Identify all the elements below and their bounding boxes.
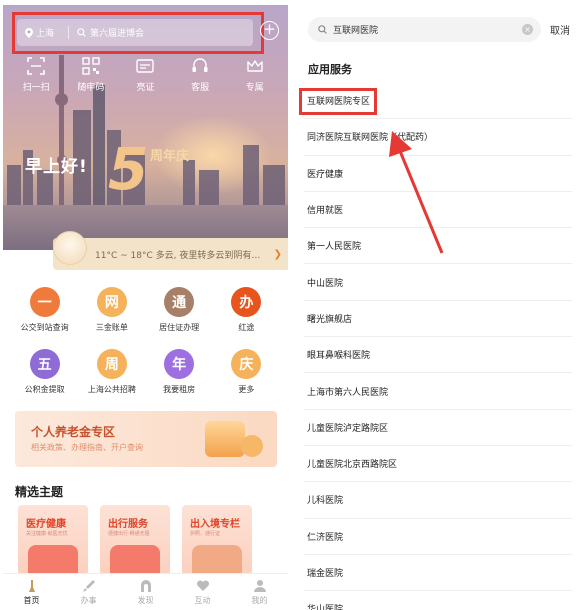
globe-illustration [192,545,242,573]
quick-action-label: 客服 [191,83,210,93]
pension-title: 个人养老金专区 [31,425,116,439]
tab-discover[interactable]: 发现 [121,574,171,610]
tab-label: 互动 [194,595,211,605]
topic-title: 出入境专栏 [190,519,240,530]
tab-me[interactable]: 我的 [235,574,285,610]
quick-actions: 扫一扫 随申码 亮证 客服 专属 [3,57,288,93]
anniversary-number: 5 [108,135,149,203]
greeting: 早上好! [25,157,88,177]
service-more[interactable]: 庆 更多 [215,349,277,395]
location-pin-icon [25,27,33,38]
pension-subtitle: 相关政策、办理指南、开户查询 [31,443,143,452]
service-grid: 一 公交到站查询 网 三金账单 通 居住证办理 办 红途 五 公积金提取 周 上… [3,287,288,411]
arch-icon [140,579,151,592]
service-icon: 庆 [231,349,262,379]
search-results-screen: 互联网医院 × 取消 应用服务 互联网医院专区 同济医院互联网医院（代配药） 医… [296,5,581,610]
tab-label: 首页 [23,595,40,605]
gift-box-icon [205,421,245,457]
service-label: 居住证办理 [159,323,200,332]
location-label: 上海 [36,29,55,39]
service-housing-fund[interactable]: 五 公积金提取 [14,349,76,395]
tab-services[interactable]: 办事 [64,574,114,610]
topic-subtitle: 关注健康·就医无忧 [26,531,68,537]
service-label: 我要租房 [163,385,196,394]
anniversary-text: 周年庆 [150,149,190,164]
service-icon: 一 [29,287,60,317]
id-card-icon [136,59,155,73]
quick-action-label: 亮证 [136,83,155,93]
service-label: 三金账单 [95,323,128,332]
topic-card-health[interactable]: 医疗健康 关注健康·就医无忧 [18,505,88,575]
service-rent[interactable]: 年 我要租房 [148,349,210,395]
tab-label: 我的 [251,595,268,605]
qr-code-icon [82,57,100,75]
topic-title: 出行服务 [108,519,148,530]
weather-bar[interactable]: 11°C ~ 18°C 多云, 夜里转多云到阴有… ❯ [53,238,288,270]
featured-topics: 医疗健康 关注健康·就医无忧 出行服务 便捷出行·畅通无阻 出入境专栏 护照、通… [18,505,252,575]
add-button[interactable]: + [260,21,279,40]
service-label: 更多 [238,385,255,394]
pension-banner[interactable]: 个人养老金专区 相关政策、办理指南、开户查询 [15,411,277,467]
anniversary-logo: 5 周年庆 [108,140,189,198]
scan-icon [27,57,46,75]
tab-home[interactable]: 首页 [7,574,57,610]
search-icon [77,28,86,37]
tab-label: 办事 [80,595,97,605]
featured-topics-title: 精选主题 [15,485,64,499]
service-icon: 网 [96,287,127,317]
service-recruitment[interactable]: 周 上海公共招聘 [81,349,143,395]
chevron-right-icon: ❯ [273,248,282,260]
tab-interact[interactable]: 互动 [178,574,228,610]
bottom-tab-bar: 首页 办事 发现 互动 我的 [3,573,288,610]
heart-icon [196,579,209,591]
mascot-icon [53,231,87,265]
search-input[interactable]: 第六届进博会 [69,26,144,39]
service-label: 公积金提取 [24,385,65,394]
quick-action-exclusive[interactable]: 专属 [231,57,279,93]
brush-icon [82,579,95,592]
service-label: 公交到站查询 [20,323,69,332]
service-residence-permit[interactable]: 通 居住证办理 [148,287,210,333]
quick-action-health-code[interactable]: 随申码 [67,57,115,93]
service-icon: 通 [164,287,195,317]
tab-label: 发现 [137,595,154,605]
quick-action-service[interactable]: 客服 [176,57,224,93]
coin-icon [241,435,263,457]
hero-banner: 上海 第六届进博会 + 扫一扫 随申码 亮证 客服 专属 早上好! 5 周年庆 [3,5,288,250]
service-bus-query[interactable]: 一 公交到站查询 [14,287,76,333]
location-selector[interactable]: 上海 [17,26,69,39]
service-icon: 办 [231,287,262,317]
home-screen: 上海 第六届进博会 + 扫一扫 随申码 亮证 客服 专属 早上好! 5 周年庆 … [3,5,288,610]
quick-action-label: 随申码 [77,83,105,93]
search-placeholder: 第六届进博会 [90,29,145,39]
topic-title: 医疗健康 [26,519,66,530]
quick-action-scan[interactable]: 扫一扫 [12,57,60,93]
quick-action-label: 扫一扫 [22,83,50,93]
service-bills[interactable]: 网 三金账单 [81,287,143,333]
service-red-route[interactable]: 办 红途 [215,287,277,333]
service-icon: 年 [164,349,195,379]
service-icon: 五 [29,349,60,379]
topic-card-immigration[interactable]: 出入境专栏 护照、通行证 [182,505,252,575]
crown-icon [246,60,263,72]
topic-subtitle: 护照、通行证 [190,531,221,537]
service-label: 红途 [238,323,255,332]
headset-icon [192,58,208,72]
search-bar[interactable]: 上海 第六届进博会 [17,19,253,46]
topic-card-travel[interactable]: 出行服务 便捷出行·畅通无阻 [100,505,170,575]
service-icon: 周 [96,349,127,379]
heart-illustration [28,545,78,573]
home-icon [28,579,35,592]
topic-subtitle: 便捷出行·畅通无阻 [108,531,150,537]
annotation-arrow [389,131,444,254]
quick-action-id[interactable]: 亮证 [121,57,169,93]
car-illustration [110,545,160,573]
user-icon [253,579,266,592]
quick-action-label: 专属 [245,83,264,93]
weather-text: 11°C ~ 18°C 多云, 夜里转多云到阴有… [95,250,261,261]
service-label: 上海公共招聘 [87,385,136,394]
plus-icon: + [263,20,276,38]
